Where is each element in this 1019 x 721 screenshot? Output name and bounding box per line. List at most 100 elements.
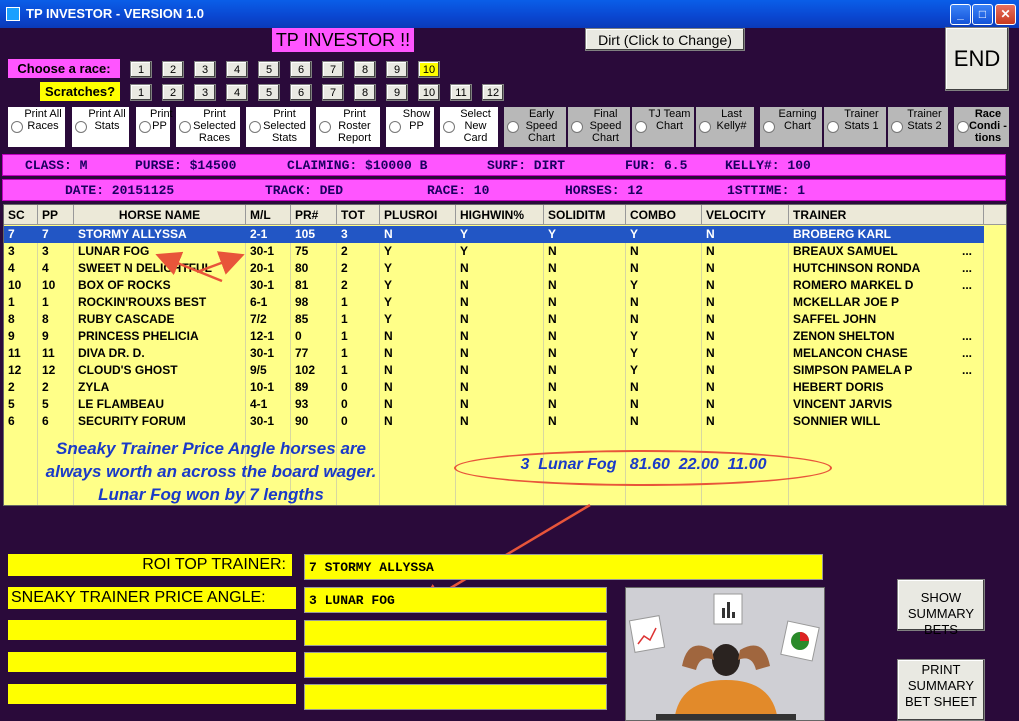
column-header-soliditm[interactable]: SOLIDITM xyxy=(544,205,626,225)
grid-cell: N xyxy=(548,261,557,275)
table-row[interactable]: 1 1 ROCKIN'ROUXS BEST 6-1 98 1 Y N N N N MCKELLAR J… xyxy=(4,294,984,311)
column-header-highwin-[interactable]: HIGHWIN% xyxy=(456,205,544,225)
table-row[interactable]: 3 3 LUNAR FOG 30-1 75 2 Y Y N N N BREAUX SAMUEL... xyxy=(4,243,984,260)
grid-cell: N xyxy=(706,227,715,241)
scratch-button-2[interactable]: 2 xyxy=(162,84,184,101)
scratch-button-8[interactable]: 8 xyxy=(354,84,376,101)
option-print-selected-races[interactable]: Print Selected Races xyxy=(176,107,240,147)
option-print-selected-stats[interactable]: Print Selected Stats xyxy=(246,107,310,147)
grid-cell: 30-1 xyxy=(250,346,275,360)
table-row[interactable]: 8 8 RUBY CASCADE 7/2 85 1 Y N N N N SAFFEL JOHN xyxy=(4,311,984,328)
grid-cell: 10 xyxy=(42,278,56,292)
option-show-pp[interactable]: Show PP xyxy=(386,107,434,147)
grid-cell: N xyxy=(548,346,557,360)
race-button-9[interactable]: 9 xyxy=(386,61,408,78)
empty-label-4 xyxy=(8,652,296,672)
race-button-6[interactable]: 6 xyxy=(290,61,312,78)
scratch-button-9[interactable]: 9 xyxy=(386,84,408,101)
grid-cell: 2 xyxy=(341,278,348,292)
option-last-kelly-[interactable]: Last Kelly# xyxy=(696,107,754,147)
option-label: Select New Card xyxy=(460,108,491,144)
end-button[interactable]: END xyxy=(945,27,1009,91)
column-header-sc[interactable]: SC xyxy=(4,205,38,225)
race-button-7[interactable]: 7 xyxy=(322,61,344,78)
horse-grid[interactable]: SC PP HORSE NAME M/L PR# TOT PLUSROI HIGHWIN% SO… xyxy=(3,204,1007,506)
scratch-button-1[interactable]: 1 xyxy=(130,84,152,101)
grid-cell: 4 xyxy=(8,261,15,275)
grid-cell: 30-1 xyxy=(250,278,275,292)
column-header-tot[interactable]: TOT xyxy=(337,205,380,225)
grid-cell: BROBERG KARL xyxy=(793,227,891,241)
option-print-all-races[interactable]: Print All Races xyxy=(8,107,65,147)
option-print-all-stats[interactable]: Print All Stats xyxy=(72,107,129,147)
grid-cell: N xyxy=(460,329,469,343)
option-trainer-stats-1[interactable]: Trainer Stats 1 xyxy=(824,107,886,147)
option-select-new-card[interactable]: Select New Card xyxy=(440,107,498,147)
table-row[interactable]: 7 7 STORMY ALLYSSA 2-1 105 3 N Y Y Y N BROBERG KARL xyxy=(4,226,984,243)
table-row[interactable]: 11 11 DIVA DR. D. 30-1 77 1 N N N Y N MELANCON CHAS… xyxy=(4,345,984,362)
print-summary-bet-sheet-button[interactable]: PRINT SUMMARY BET SHEET xyxy=(897,659,985,721)
race-button-3[interactable]: 3 xyxy=(194,61,216,78)
option-race-condi-tions[interactable]: Race Condi -tions xyxy=(954,107,1009,147)
scratch-button-12[interactable]: 12 xyxy=(482,84,504,101)
table-row[interactable]: 6 6 SECURITY FORUM 30-1 90 0 N N N N N SONNIER WILL xyxy=(4,413,984,430)
table-row[interactable]: 12 12 CLOUD'S GHOST 9/5 102 1 N N N Y N SIMPSON PAM… xyxy=(4,362,984,379)
dirt-toggle-button[interactable]: Dirt (Click to Change) xyxy=(585,28,745,51)
scratch-button-4[interactable]: 4 xyxy=(226,84,248,101)
race-button-4[interactable]: 4 xyxy=(226,61,248,78)
grid-cell: 30-1 xyxy=(250,414,275,428)
date-info: DATE: 20151125 xyxy=(65,183,175,198)
grid-cell: N xyxy=(548,380,557,394)
column-header-velocity[interactable]: VELOCITY xyxy=(702,205,789,225)
close-button[interactable]: ✕ xyxy=(995,4,1016,25)
column-header-combo[interactable]: COMBO xyxy=(626,205,702,225)
grid-cell: N xyxy=(460,380,469,394)
grid-cell: N xyxy=(706,414,715,428)
race-button-1[interactable]: 1 xyxy=(130,61,152,78)
scratch-button-5[interactable]: 5 xyxy=(258,84,280,101)
grid-cell: 1 xyxy=(341,295,348,309)
option-print-roster-report[interactable]: Print Roster Report xyxy=(316,107,380,147)
option-earning-chart[interactable]: Earning Chart xyxy=(760,107,822,147)
scratch-button-7[interactable]: 7 xyxy=(322,84,344,101)
scratch-button-10[interactable]: 10 xyxy=(418,84,440,101)
option-early-speed-chart[interactable]: Early Speed Chart xyxy=(504,107,566,147)
race-button-2[interactable]: 2 xyxy=(162,61,184,78)
grid-cell: 2 xyxy=(341,244,348,258)
scratch-button-11[interactable]: 11 xyxy=(450,84,472,101)
grid-cell: 81 xyxy=(295,278,309,292)
table-row[interactable]: 9 9 PRINCESS PHELICIA 12-1 0 1 N N N Y N ZENON SHEL… xyxy=(4,328,984,345)
track-info: TRACK: DED xyxy=(265,183,344,198)
column-header-pp[interactable]: PP xyxy=(38,205,74,225)
table-row[interactable]: 4 4 SWEET N DELIGHTFUL 20-1 80 2 Y N N N N HUTCHINS… xyxy=(4,260,984,277)
option-trainer-stats-2[interactable]: Trainer Stats 2 xyxy=(888,107,948,147)
column-header-horse-name[interactable]: HORSE NAME xyxy=(74,205,246,225)
scratch-button-6[interactable]: 6 xyxy=(290,84,312,101)
minimize-button[interactable]: _ xyxy=(950,4,971,25)
grid-cell: N xyxy=(460,295,469,309)
table-row[interactable]: 10 10 BOX OF ROCKS 30-1 81 2 Y N N Y N ROMERO MARKE… xyxy=(4,277,984,294)
column-header-trainer[interactable]: TRAINER xyxy=(789,205,984,225)
option-tj-team-chart[interactable]: TJ Team Chart xyxy=(632,107,694,147)
table-row[interactable]: 5 5 LE FLAMBEAU 4-1 93 0 N N N N N VINCENT JARVIS xyxy=(4,396,984,413)
option-final-speed-chart[interactable]: Final Speed Chart xyxy=(568,107,630,147)
show-summary-bets-button[interactable]: SHOW SUMMARY BETS xyxy=(897,579,985,637)
option-label: Last Kelly# xyxy=(716,108,747,132)
grid-cell: N xyxy=(384,397,393,411)
column-header-plusroi[interactable]: PLUSROI xyxy=(380,205,456,225)
grid-cell: Y xyxy=(460,227,469,241)
race-button-5[interactable]: 5 xyxy=(258,61,280,78)
scratch-button-3[interactable]: 3 xyxy=(194,84,216,101)
maximize-button[interactable]: □ xyxy=(972,4,993,25)
grid-cell: Y xyxy=(384,278,393,292)
race-button-10[interactable]: 10 xyxy=(418,61,440,78)
column-header-pr-[interactable]: PR# xyxy=(291,205,337,225)
race-button-8[interactable]: 8 xyxy=(354,61,376,78)
table-row[interactable]: 2 2 ZYLA 10-1 89 0 N N N N N HEBERT DORIS xyxy=(4,379,984,396)
grid-cell: N xyxy=(630,312,639,326)
option-print-pp[interactable]: Print PP xyxy=(136,107,173,147)
column-header-m-l[interactable]: M/L xyxy=(246,205,291,225)
grid-cell: N xyxy=(384,414,393,428)
grid-cell: SECURITY FORUM xyxy=(78,414,186,428)
grid-cell: Y xyxy=(384,261,393,275)
